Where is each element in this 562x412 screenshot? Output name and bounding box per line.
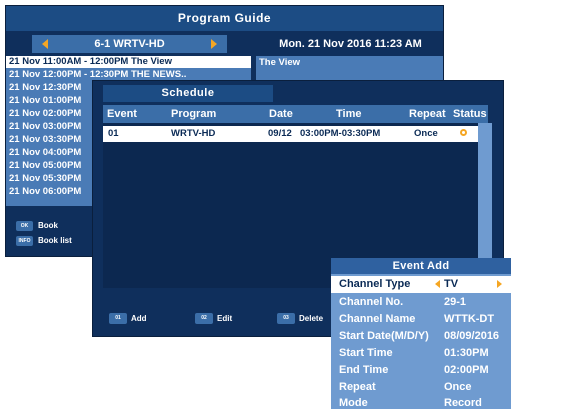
key-01-icon: 01 <box>109 313 127 324</box>
program-description: The View <box>259 57 301 68</box>
col-event: Event <box>107 108 137 120</box>
row-repeat: Once <box>414 128 438 139</box>
field-label: Channel No. <box>339 296 404 308</box>
field-label: Channel Name <box>339 313 416 325</box>
info-key-icon: INFO <box>16 236 33 246</box>
field-value: 02:00PM <box>444 364 489 376</box>
field-channel-type[interactable]: Channel Type TV <box>331 276 511 293</box>
field-value: TV <box>444 278 459 290</box>
edit-button[interactable]: Edit <box>217 313 232 324</box>
event-add-title: Event Add <box>331 258 511 274</box>
book-label: Book <box>38 221 58 230</box>
field-start-time[interactable]: Start Time 01:30PM <box>331 345 511 362</box>
ok-key-icon: OK <box>16 221 33 231</box>
channel-name: 6-1 WRTV-HD <box>94 38 165 50</box>
arrow-right-icon[interactable] <box>211 39 217 49</box>
field-value: 29-1 <box>444 296 467 308</box>
field-label: Start Time <box>339 347 393 359</box>
field-value: Record <box>444 397 482 409</box>
arrow-right-icon[interactable] <box>497 280 502 288</box>
field-channel-name[interactable]: Channel Name WTTK-DT <box>331 311 511 328</box>
field-channel-no[interactable]: Channel No. 29-1 <box>331 294 511 311</box>
field-value: WTTK-DT <box>444 313 495 325</box>
schedule-title: Schedule <box>103 85 273 102</box>
field-start-date[interactable]: Start Date(M/D/Y) 08/09/2016 <box>331 328 511 345</box>
col-repeat: Repeat <box>409 108 446 120</box>
field-value: Once <box>444 381 472 393</box>
field-end-time[interactable]: End Time 02:00PM <box>331 362 511 379</box>
delete-button[interactable]: Delete <box>299 313 323 324</box>
row-event: 01 <box>108 128 119 139</box>
arrow-left-icon[interactable] <box>435 280 440 288</box>
record-status-icon <box>460 129 467 136</box>
field-label: Repeat <box>339 381 376 393</box>
field-label: End Time <box>339 364 389 376</box>
schedule-header: Event Program Date Time Repeat Status <box>103 105 488 123</box>
field-value: 01:30PM <box>444 347 489 359</box>
field-value: 08/09/2016 <box>444 330 500 342</box>
field-label: Channel Type <box>339 278 411 290</box>
channel-selector[interactable]: 6-1 WRTV-HD <box>32 35 227 53</box>
col-time: Time <box>336 108 362 120</box>
current-datetime: Mon. 21 Nov 2016 11:23 AM <box>279 38 422 50</box>
key-02-icon: 02 <box>195 313 213 324</box>
col-date: Date <box>269 108 293 120</box>
book-list-label: Book list <box>38 236 72 245</box>
row-time: 03:00PM-03:30PM <box>300 128 381 139</box>
key-03-icon: 03 <box>277 313 295 324</box>
col-program: Program <box>171 108 217 120</box>
field-label: Start Date(M/D/Y) <box>339 330 429 342</box>
col-status: Status <box>453 108 487 120</box>
add-button[interactable]: Add <box>131 313 147 324</box>
row-date: 09/12 <box>268 128 292 139</box>
row-program: WRTV-HD <box>171 128 216 139</box>
field-repeat[interactable]: Repeat Once <box>331 379 511 396</box>
table-row[interactable]: 01 WRTV-HD 09/12 03:00PM-03:30PM Once <box>103 126 478 142</box>
field-mode[interactable]: Mode Record <box>331 395 511 412</box>
list-item[interactable]: 21 Nov 11:00AM - 12:00PM The View <box>6 56 251 68</box>
field-label: Mode <box>339 397 368 409</box>
event-add-window: Event Add Channel Type TV Channel No. 29… <box>331 258 511 409</box>
program-guide-title: Program Guide <box>6 6 443 31</box>
